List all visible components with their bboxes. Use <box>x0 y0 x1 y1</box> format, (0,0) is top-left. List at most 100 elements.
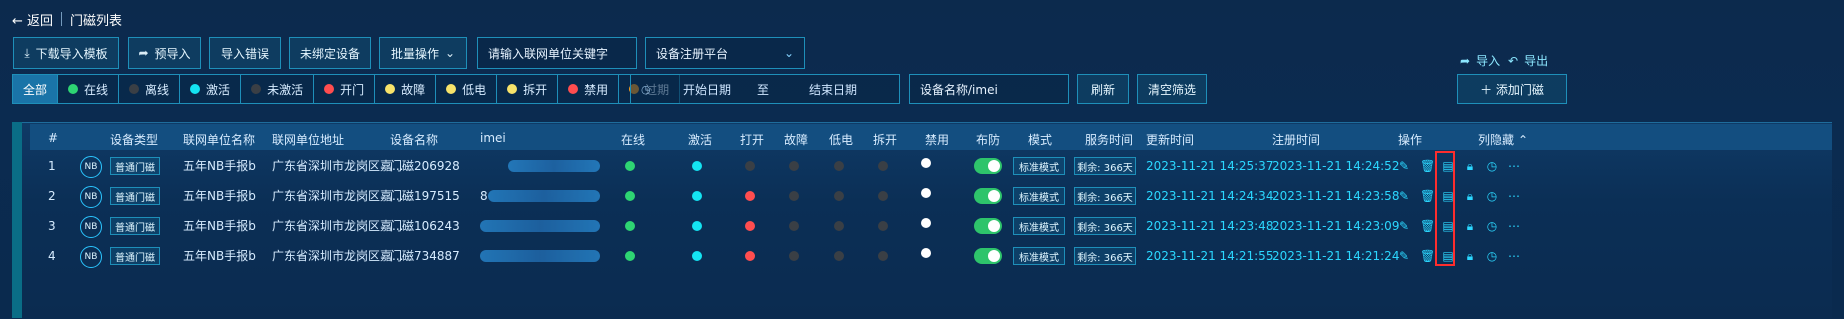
lock-icon[interactable]: 🔒︎ <box>1464 248 1476 264</box>
col-open: 打开 <box>740 133 765 147</box>
lock-icon[interactable]: 🔒︎ <box>1464 158 1476 174</box>
lowbat-dot <box>834 161 844 171</box>
edit-icon[interactable]: ✎ <box>1398 158 1410 174</box>
online-dot <box>625 251 635 261</box>
export-link[interactable]: ↶ 导出 <box>1508 52 1548 69</box>
nb-badge: NB <box>80 246 102 268</box>
disabled-dot <box>921 158 931 168</box>
device-search-input[interactable]: 设备名称/imei <box>909 74 1069 104</box>
back-label: ← 返回 <box>12 13 54 29</box>
status-dot <box>68 84 79 94</box>
disabled-dot <box>921 218 931 228</box>
imei-prefix: 8 <box>480 189 488 203</box>
trash-icon[interactable]: 🗑 <box>1420 248 1435 264</box>
add-door-sensor-button[interactable]: ＋ 添加门磁 <box>1457 74 1567 104</box>
clock-icon[interactable]: ◷ <box>1486 188 1498 204</box>
batch-ops-label: 批量操作 <box>390 46 439 61</box>
filter-disabled[interactable]: 禁用 <box>558 75 620 103</box>
open-dot <box>745 221 755 231</box>
page-header: ← 返回 门磁列表 <box>12 8 122 30</box>
trash-icon[interactable]: 🗑 <box>1420 218 1435 234</box>
clock-icon[interactable]: ◷ <box>1486 218 1498 234</box>
filter-fault[interactable]: 故障 <box>375 75 437 103</box>
platform-select[interactable]: 设备注册平台 ⌄ <box>645 37 805 69</box>
device-type-tag: 普通门磁 <box>110 217 160 235</box>
active-dot <box>692 191 702 201</box>
imei-redacted <box>480 250 600 262</box>
trash-icon[interactable]: 🗑 <box>1420 188 1435 204</box>
col-active: 激活 <box>688 133 713 147</box>
col-index: # <box>48 131 59 145</box>
device-name: 门磁734887 <box>390 249 460 263</box>
batch-ops-button[interactable]: 批量操作 ⌄ <box>379 37 467 69</box>
document-actions-highlight <box>1435 151 1455 266</box>
table-row: 4 NB 普通门磁 五年NB手报b 广东省深圳市龙岗区嘉... 门磁734887… <box>30 241 1832 271</box>
pre-import-button[interactable]: ➦ 预导入 <box>128 37 201 69</box>
filter-label: 低电 <box>462 82 487 97</box>
disabled-dot <box>921 188 931 198</box>
filter-open[interactable]: 开门 <box>314 75 376 103</box>
download-template-button[interactable]: ⤓ 下载导入模板 <box>13 37 119 69</box>
device-name: 门磁197515 <box>390 189 460 203</box>
registered-time: 2023-11-21 14:24:52 <box>1272 159 1400 173</box>
filter-inactive[interactable]: 未激活 <box>241 75 315 103</box>
edit-icon[interactable]: ✎ <box>1398 188 1410 204</box>
back-link[interactable]: ← 返回 <box>12 10 53 29</box>
date-start[interactable]: 开始日期 <box>683 81 731 98</box>
edit-icon[interactable]: ✎ <box>1398 218 1410 234</box>
service-tag: 剩余: 366天 <box>1074 247 1136 265</box>
filter-online[interactable]: 在线 <box>58 75 120 103</box>
more-icon[interactable]: ⋯ <box>1508 218 1520 234</box>
lock-icon[interactable]: 🔒︎ <box>1464 188 1476 204</box>
column-hide-toggle[interactable]: 列隐藏 ⌃ <box>1478 131 1528 148</box>
clock-icon[interactable]: ◷ <box>1486 158 1498 174</box>
import-link[interactable]: ➦ 导入 <box>1460 52 1500 69</box>
clock-icon[interactable]: ◷ <box>1486 248 1498 264</box>
arm-toggle[interactable] <box>974 218 1002 234</box>
updated-time: 2023-11-21 14:23:48 <box>1146 219 1274 233</box>
refresh-button[interactable]: 刷新 <box>1077 74 1129 104</box>
unit-address: 广东省深圳市龙岗区嘉... <box>272 159 404 173</box>
page-title: 门磁列表 <box>70 13 123 29</box>
export-label: 导出 <box>1524 54 1549 68</box>
filter-activated[interactable]: 激活 <box>180 75 242 103</box>
date-end[interactable]: 结束日期 <box>809 81 857 98</box>
status-dot <box>446 84 457 94</box>
unbind-device-button[interactable]: 未绑定设备 <box>289 37 371 69</box>
unit-keyword-input[interactable]: 请输入联网单位关键字 <box>477 37 637 69</box>
filter-tamper[interactable]: 拆开 <box>497 75 559 103</box>
row-actions: ✎ 🗑 ▤ 🔒︎ ◷ ⋯ <box>1398 158 1520 174</box>
trash-icon[interactable]: 🗑 <box>1420 158 1435 174</box>
filter-label: 在线 <box>84 82 109 97</box>
date-range-picker[interactable]: ◷ 开始日期 至 结束日期 <box>630 74 900 104</box>
registered-time: 2023-11-21 14:23:58 <box>1272 189 1400 203</box>
edit-icon[interactable]: ✎ <box>1398 248 1410 264</box>
more-icon[interactable]: ⋯ <box>1508 158 1520 174</box>
unit-name: 五年NB手报b <box>183 189 256 203</box>
more-icon[interactable]: ⋯ <box>1508 188 1520 204</box>
device-type-tag: 普通门磁 <box>110 157 160 175</box>
table-row: 2 NB 普通门磁 五年NB手报b 广东省深圳市龙岗区嘉... 门磁197515… <box>30 181 1832 211</box>
updated-time: 2023-11-21 14:25:37 <box>1146 159 1274 173</box>
header-divider <box>61 12 63 26</box>
share-icon: ➦ <box>1460 53 1471 68</box>
arm-toggle[interactable] <box>974 188 1002 204</box>
unit-name: 五年NB手报b <box>183 219 256 233</box>
import-errors-label: 导入错误 <box>220 46 269 61</box>
unit-keyword-placeholder: 请输入联网单位关键字 <box>488 46 609 61</box>
date-range-separator: 至 <box>757 82 770 97</box>
filter-all[interactable]: 全部 <box>13 75 59 103</box>
status-dot <box>129 84 140 94</box>
arm-toggle[interactable] <box>974 248 1002 264</box>
clear-filters-button[interactable]: 清空筛选 <box>1137 74 1207 104</box>
unit-name: 五年NB手报b <box>183 159 256 173</box>
col-imei: imei <box>480 131 506 145</box>
filter-lowbat[interactable]: 低电 <box>436 75 498 103</box>
row-index: 1 <box>48 159 56 173</box>
filter-offline[interactable]: 离线 <box>119 75 181 103</box>
arm-toggle[interactable] <box>974 158 1002 174</box>
import-errors-button[interactable]: 导入错误 <box>209 37 281 69</box>
lock-icon[interactable]: 🔒︎ <box>1464 218 1476 234</box>
more-icon[interactable]: ⋯ <box>1508 248 1520 264</box>
nb-badge: NB <box>80 186 102 208</box>
